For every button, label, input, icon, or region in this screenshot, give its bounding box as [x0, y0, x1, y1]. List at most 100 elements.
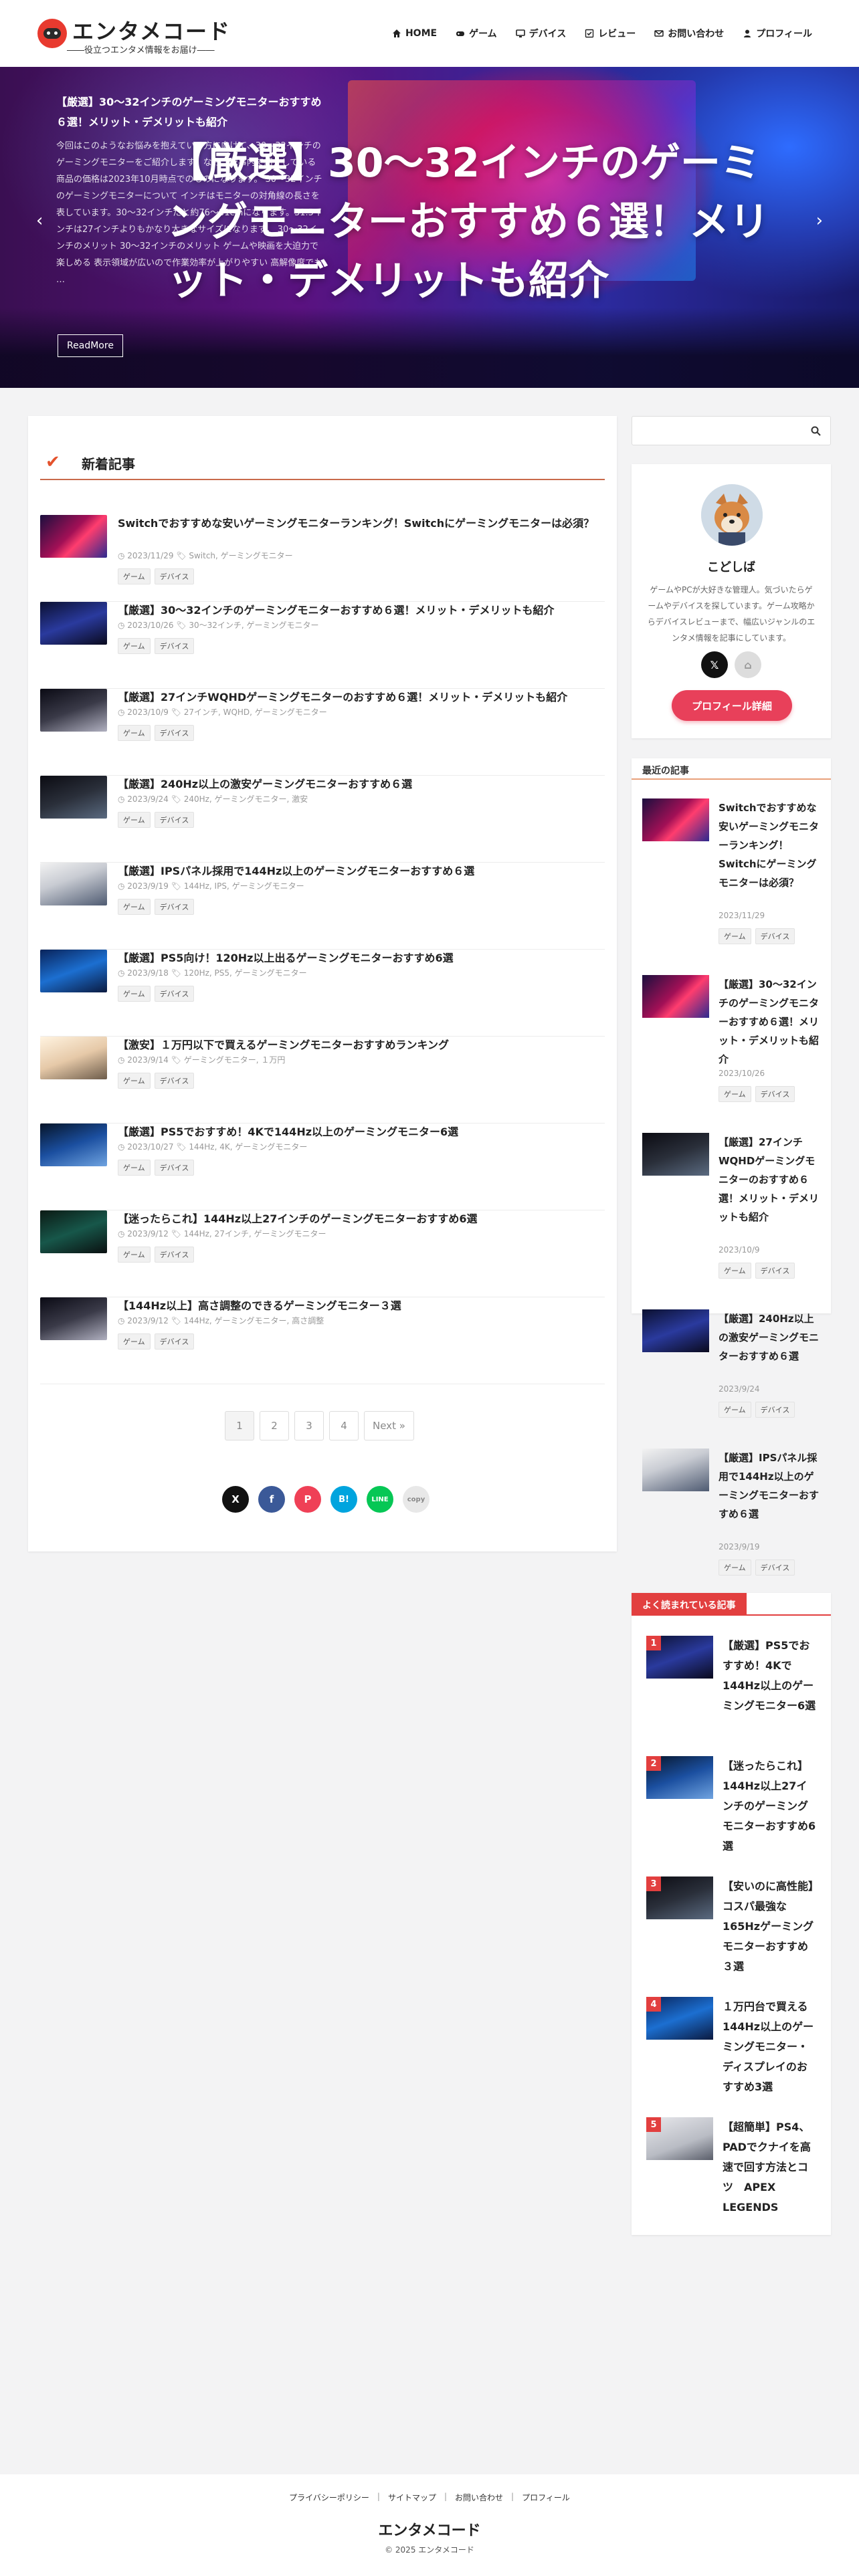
recent-post-thumbnail[interactable]	[642, 1448, 709, 1491]
hero-prev-arrow-icon[interactable]: ‹	[36, 211, 43, 231]
category-tag[interactable]: デバイス	[154, 1333, 195, 1350]
article-thumbnail[interactable]	[40, 863, 107, 905]
footer-link-profile[interactable]: プロフィール	[522, 2492, 570, 2503]
category-tag[interactable]: デバイス	[154, 1160, 195, 1176]
home-profile-icon[interactable]: ⌂	[735, 651, 761, 678]
article-item[interactable]: 【厳選】IPSパネル採用で144Hz以上のゲーミングモニターおすすめ６選 ◷ 20…	[40, 863, 605, 950]
popular-post-title[interactable]: 【超簡単】PS4、PADでクナイを高速で回す方法とコツ APEX LEGENDS	[723, 2117, 816, 2218]
category-tag[interactable]: ゲーム	[118, 1160, 151, 1176]
article-item[interactable]: 【厳選】30～32インチのゲーミングモニターおすすめ６選！メリット・デメリットも…	[40, 602, 605, 689]
search-input[interactable]	[632, 416, 831, 445]
footer-link-contact[interactable]: お問い合わせ	[455, 2492, 503, 2503]
recent-post-title[interactable]: 【厳選】30～32インチのゲーミングモニターおすすめ６選！メリット・デメリットも…	[719, 975, 820, 1069]
article-tags[interactable]: 144Hz, 4K, ゲーミングモニター	[189, 1142, 307, 1152]
article-item[interactable]: Switchでおすすめな安いゲーミングモニターランキング！Switchにゲーミン…	[40, 515, 605, 602]
category-tag[interactable]: ゲーム	[719, 1263, 751, 1279]
article-item[interactable]: 【144Hz以上】高さ調整のできるゲーミングモニター３選 ◷ 2023/9/12 …	[40, 1297, 605, 1384]
popular-post-title[interactable]: １万円台で買える144Hz以上のゲーミングモニター・ディスプレイのおすすめ3選	[723, 1997, 816, 2097]
popular-post-thumbnail[interactable]: 3	[646, 1876, 713, 1919]
hero-next-arrow-icon[interactable]: ›	[816, 211, 823, 231]
article-title[interactable]: 【厳選】PS5向け！120Hz以上出るゲーミングモニターおすすめ6選	[118, 950, 605, 966]
search-icon[interactable]	[811, 426, 821, 436]
recent-post-thumbnail[interactable]	[642, 798, 709, 841]
facebook-share-icon[interactable]: f	[258, 1486, 285, 1513]
category-tag[interactable]: デバイス	[154, 638, 195, 654]
footer-link-privacy[interactable]: プライバシーポリシー	[289, 2492, 369, 2503]
category-tag[interactable]: ゲーム	[719, 1560, 751, 1576]
category-tag[interactable]: ゲーム	[118, 1333, 151, 1350]
recent-post-thumbnail[interactable]	[642, 1133, 709, 1176]
footer-link-sitemap[interactable]: サイトマップ	[388, 2492, 436, 2503]
nav-home[interactable]: HOME	[383, 27, 446, 40]
nav-game[interactable]: ゲーム	[446, 27, 506, 40]
x-share-icon[interactable]: X	[222, 1486, 249, 1513]
recent-post-title[interactable]: Switchでおすすめな安いゲーミングモニターランキング！Switchにゲーミン…	[719, 798, 820, 892]
article-tags[interactable]: 240Hz, ゲーミングモニター, 激安	[184, 794, 308, 804]
article-thumbnail[interactable]	[40, 950, 107, 992]
article-thumbnail[interactable]	[40, 602, 107, 645]
recent-post-title[interactable]: 【厳選】240Hz以上の激安ゲーミングモニターおすすめ６選	[719, 1309, 820, 1366]
category-tag[interactable]: ゲーム	[118, 725, 151, 741]
page-1[interactable]: 1	[225, 1411, 254, 1440]
nav-contact[interactable]: お問い合わせ	[645, 27, 733, 40]
article-title[interactable]: 【迷ったらこれ】144Hz以上27インチのゲーミングモニターおすすめ6選	[118, 1210, 605, 1227]
category-tag[interactable]: ゲーム	[118, 568, 151, 584]
article-thumbnail[interactable]	[40, 1123, 107, 1166]
article-item[interactable]: 【厳選】PS5向け！120Hz以上出るゲーミングモニターおすすめ6選 ◷ 2023…	[40, 950, 605, 1037]
article-tags[interactable]: Switch, ゲーミングモニター	[189, 551, 292, 560]
article-item[interactable]: 【迷ったらこれ】144Hz以上27インチのゲーミングモニターおすすめ6選 ◷ 20…	[40, 1210, 605, 1297]
page-3[interactable]: 3	[294, 1411, 324, 1440]
article-thumbnail[interactable]	[40, 1210, 107, 1253]
article-title[interactable]: Switchでおすすめな安いゲーミングモニターランキング！Switchにゲーミン…	[118, 515, 605, 532]
article-title[interactable]: 【144Hz以上】高さ調整のできるゲーミングモニター３選	[118, 1297, 605, 1314]
category-tag[interactable]: デバイス	[154, 1247, 195, 1263]
article-title[interactable]: 【厳選】30～32インチのゲーミングモニターおすすめ６選！メリット・デメリットも…	[118, 602, 605, 619]
article-title[interactable]: 【厳選】27インチWQHDゲーミングモニターのおすすめ６選！メリット・デメリット…	[118, 689, 605, 706]
category-tag[interactable]: デバイス	[154, 812, 195, 828]
category-tag[interactable]: ゲーム	[719, 1402, 751, 1418]
article-title[interactable]: 【厳選】PS5でおすすめ！4Kで144Hz以上のゲーミングモニター6選	[118, 1123, 605, 1140]
pocket-share-icon[interactable]: P	[294, 1486, 321, 1513]
popular-post-thumbnail[interactable]: 1	[646, 1636, 713, 1679]
site-logo[interactable]: エンタメコード ――役立つエンタメ情報をお届け――	[37, 15, 231, 58]
article-item[interactable]: 【厳選】240Hz以上の激安ゲーミングモニターおすすめ６選 ◷ 2023/9/24…	[40, 776, 605, 863]
category-tag[interactable]: デバイス	[755, 1263, 795, 1279]
article-tags[interactable]: 144Hz, 27インチ, ゲーミングモニター	[184, 1229, 326, 1239]
page-4[interactable]: 4	[329, 1411, 359, 1440]
copy-link-icon[interactable]: copy	[403, 1486, 430, 1513]
category-tag[interactable]: ゲーム	[118, 1073, 151, 1089]
line-share-icon[interactable]: LINE	[367, 1486, 393, 1513]
article-tags[interactable]: 120Hz, PS5, ゲーミングモニター	[184, 968, 307, 978]
article-tags[interactable]: 144Hz, IPS, ゲーミングモニター	[184, 881, 304, 891]
nav-profile[interactable]: プロフィール	[733, 27, 822, 40]
article-thumbnail[interactable]	[40, 1037, 107, 1079]
category-tag[interactable]: デバイス	[755, 1086, 795, 1102]
article-title[interactable]: 【激安】１万円以下で買えるゲーミングモニターおすすめランキング	[118, 1037, 605, 1053]
page-2[interactable]: 2	[260, 1411, 289, 1440]
article-item[interactable]: 【厳選】27インチWQHDゲーミングモニターのおすすめ６選！メリット・デメリット…	[40, 689, 605, 776]
popular-post-title[interactable]: 【厳選】PS5でおすすめ！4Kで144Hz以上のゲーミングモニター6選	[723, 1636, 816, 1716]
article-tags[interactable]: 30～32インチ, ゲーミングモニター	[189, 621, 318, 630]
category-tag[interactable]: ゲーム	[118, 812, 151, 828]
category-tag[interactable]: デバイス	[755, 1402, 795, 1418]
category-tag[interactable]: ゲーム	[719, 1086, 751, 1102]
category-tag[interactable]: ゲーム	[719, 928, 751, 944]
article-thumbnail[interactable]	[40, 515, 107, 558]
popular-post-thumbnail[interactable]: 5	[646, 2117, 713, 2160]
hatena-share-icon[interactable]: B!	[330, 1486, 357, 1513]
category-tag[interactable]: デバイス	[755, 928, 795, 944]
category-tag[interactable]: ゲーム	[118, 986, 151, 1002]
recent-post-thumbnail[interactable]	[642, 975, 709, 1018]
article-tags[interactable]: ゲーミングモニター, １万円	[184, 1055, 286, 1065]
category-tag[interactable]: デバイス	[154, 899, 195, 915]
popular-post-thumbnail[interactable]: 4	[646, 1997, 713, 2040]
category-tag[interactable]: デバイス	[154, 568, 195, 584]
popular-post-title[interactable]: 【迷ったらこれ】144Hz以上27インチのゲーミングモニターおすすめ6選	[723, 1756, 816, 1856]
category-tag[interactable]: デバイス	[154, 986, 195, 1002]
category-tag[interactable]: デバイス	[154, 1073, 195, 1089]
article-thumbnail[interactable]	[40, 776, 107, 819]
article-title[interactable]: 【厳選】240Hz以上の激安ゲーミングモニターおすすめ６選	[118, 776, 605, 792]
recent-post-thumbnail[interactable]	[642, 1309, 709, 1352]
profile-detail-button[interactable]: プロフィール詳細	[672, 690, 792, 721]
category-tag[interactable]: ゲーム	[118, 1247, 151, 1263]
